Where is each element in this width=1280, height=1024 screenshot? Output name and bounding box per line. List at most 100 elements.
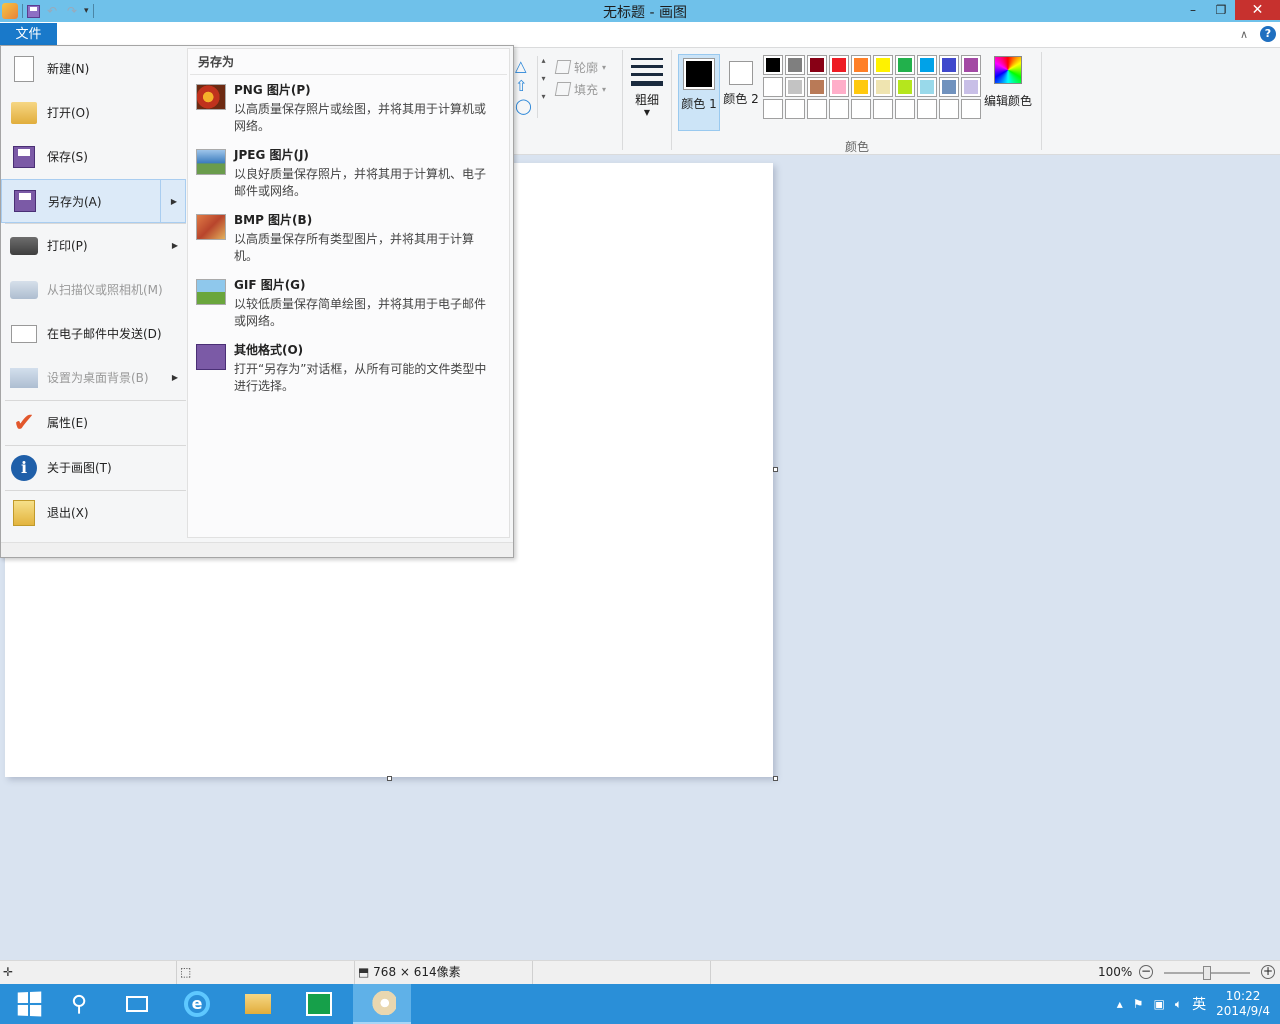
save-as-bmp[interactable]: BMP 图片(B) 以高质量保存所有类型图片，并将其用于计算机。 bbox=[188, 205, 509, 270]
zoom-slider-thumb[interactable] bbox=[1203, 966, 1211, 980]
show-hidden-icons[interactable]: ▴ bbox=[1117, 997, 1123, 1011]
palette-swatch-fill bbox=[920, 58, 934, 72]
store-icon bbox=[306, 992, 332, 1016]
close-button[interactable]: ✕ bbox=[1235, 0, 1280, 20]
save-as-icon bbox=[10, 186, 40, 216]
palette-swatch[interactable] bbox=[807, 77, 827, 97]
palette-swatch[interactable] bbox=[961, 55, 981, 75]
palette-swatch[interactable] bbox=[873, 99, 893, 119]
help-icon[interactable]: ? bbox=[1260, 26, 1276, 42]
window-controls: – ❐ ✕ bbox=[1179, 0, 1280, 20]
arrow-up-shape-icon[interactable]: ⇧ bbox=[515, 76, 555, 96]
outline-button[interactable]: 轮廓 ▾ bbox=[554, 56, 606, 78]
save-as-png[interactable]: PNG 图片(P) 以高质量保存照片或绘图，并将其用于计算机或网络。 bbox=[188, 75, 509, 140]
thickness-lines-icon bbox=[623, 58, 671, 86]
palette-swatch[interactable] bbox=[785, 77, 805, 97]
save-as-panel: 另存为 PNG 图片(P) 以高质量保存照片或绘图，并将其用于计算机或网络。 J… bbox=[187, 48, 510, 538]
shapes-scroll[interactable]: ▴ ▾ ▾ bbox=[537, 56, 549, 118]
palette-swatch[interactable] bbox=[829, 55, 849, 75]
collapse-ribbon-icon[interactable]: ∧ bbox=[1240, 28, 1248, 41]
palette-swatch[interactable] bbox=[851, 55, 871, 75]
thickness-button[interactable]: 粗细 ▼ bbox=[622, 50, 672, 150]
palette-swatch[interactable] bbox=[939, 55, 959, 75]
palette-swatch[interactable] bbox=[873, 77, 893, 97]
palette-swatch[interactable] bbox=[917, 99, 937, 119]
color2-fill bbox=[732, 64, 750, 82]
zoom-out-button[interactable]: − bbox=[1139, 965, 1153, 979]
zoom-in-button[interactable]: + bbox=[1261, 965, 1275, 979]
taskbar-file-explorer[interactable] bbox=[229, 984, 287, 1024]
restore-button[interactable]: ❐ bbox=[1207, 0, 1235, 20]
menu-item-about[interactable]: i 关于画图(T) bbox=[1, 446, 186, 490]
palette-swatch[interactable] bbox=[785, 99, 805, 119]
edit-colors-button[interactable]: 编辑颜色 bbox=[983, 56, 1033, 109]
triangle-shape-icon[interactable]: △ bbox=[515, 56, 555, 76]
menu-item-open[interactable]: 打开(O) bbox=[1, 91, 186, 135]
palette-swatch[interactable] bbox=[807, 99, 827, 119]
file-tab[interactable]: 文件 bbox=[0, 23, 57, 46]
palette-swatch[interactable] bbox=[873, 55, 893, 75]
search-button[interactable]: ⚲ bbox=[50, 984, 108, 1024]
resize-handle-corner[interactable] bbox=[773, 776, 778, 781]
taskbar-internet-explorer[interactable]: e bbox=[168, 984, 226, 1024]
color1-button[interactable]: 颜色 1 bbox=[678, 54, 720, 131]
action-center-flag-icon[interactable]: ⚑ bbox=[1133, 997, 1144, 1011]
menu-item-new[interactable]: 新建(N) bbox=[1, 47, 186, 91]
chevron-right-icon[interactable]: ▶ bbox=[171, 197, 177, 206]
palette-swatch[interactable] bbox=[785, 55, 805, 75]
palette-swatch[interactable] bbox=[895, 77, 915, 97]
color2-button[interactable]: 颜色 2 bbox=[722, 54, 760, 131]
palette-swatch[interactable] bbox=[961, 99, 981, 119]
palette-swatch[interactable] bbox=[763, 99, 783, 119]
palette-swatch[interactable] bbox=[829, 99, 849, 119]
palette-swatch[interactable] bbox=[895, 55, 915, 75]
menu-item-label: 保存(S) bbox=[47, 150, 88, 164]
menu-item-save[interactable]: 保存(S) bbox=[1, 135, 186, 179]
palette-swatch[interactable] bbox=[961, 77, 981, 97]
taskbar-store[interactable] bbox=[290, 984, 348, 1024]
palette-swatch[interactable] bbox=[807, 55, 827, 75]
save-as-other[interactable]: 其他格式(O) 打开“另存为”对话框，从所有可能的文件类型中进行选择。 bbox=[188, 335, 509, 400]
palette-swatch[interactable] bbox=[917, 55, 937, 75]
clock[interactable]: 10:22 2014/9/4 bbox=[1216, 989, 1270, 1019]
fill-button[interactable]: 填充 ▾ bbox=[554, 78, 606, 100]
taskbar-paint[interactable] bbox=[353, 984, 411, 1024]
split-separator bbox=[160, 180, 161, 222]
selection-size-cell: ⬚ bbox=[177, 961, 355, 984]
palette-swatch[interactable] bbox=[851, 99, 871, 119]
file-menu-commands: 新建(N) 打开(O) 保存(S) 另存为(A) ▶ 打印(P) ▶ 从扫描仪或… bbox=[1, 47, 186, 535]
menu-item-label: 在电子邮件中发送(D) bbox=[47, 327, 162, 341]
rainbow-palette-icon bbox=[994, 56, 1022, 84]
palette-swatch[interactable] bbox=[939, 99, 959, 119]
palette-swatch[interactable] bbox=[917, 77, 937, 97]
palette-swatch[interactable] bbox=[829, 77, 849, 97]
menu-item-exit[interactable]: 退出(X) bbox=[1, 491, 186, 535]
palette-swatch[interactable] bbox=[763, 77, 783, 97]
menu-item-properties[interactable]: ✔ 属性(E) bbox=[1, 401, 186, 445]
palette-swatch[interactable] bbox=[763, 55, 783, 75]
resize-handle-bottom[interactable] bbox=[387, 776, 392, 781]
minimize-button[interactable]: – bbox=[1179, 0, 1207, 20]
scanner-icon bbox=[9, 275, 39, 305]
png-image-icon bbox=[196, 84, 226, 110]
save-as-gif[interactable]: GIF 图片(G) 以较低质量保存简单绘图，并将其用于电子邮件或网络。 bbox=[188, 270, 509, 335]
palette-swatch-fill bbox=[810, 80, 824, 94]
volume-icon[interactable]: 🔈︎ bbox=[1175, 997, 1182, 1012]
menu-item-send-email[interactable]: 在电子邮件中发送(D) bbox=[1, 312, 186, 356]
save-as-jpeg[interactable]: JPEG 图片(J) 以良好质量保存照片，并将其用于计算机、电子邮件或网络。 bbox=[188, 140, 509, 205]
menu-item-from-scanner[interactable]: 从扫描仪或照相机(M) bbox=[1, 268, 186, 312]
callout-shape-icon[interactable]: ◯ bbox=[515, 96, 555, 116]
menu-item-set-desktop[interactable]: 设置为桌面背景(B) ▶ bbox=[1, 356, 186, 400]
input-method-indicator[interactable]: 英 bbox=[1192, 994, 1206, 1014]
menu-item-print[interactable]: 打印(P) ▶ bbox=[1, 224, 186, 268]
resize-handle-right[interactable] bbox=[773, 467, 778, 472]
color1-label: 颜色 1 bbox=[681, 97, 717, 111]
menu-item-save-as[interactable]: 另存为(A) ▶ bbox=[1, 179, 186, 223]
palette-swatch[interactable] bbox=[851, 77, 871, 97]
palette-swatch[interactable] bbox=[939, 77, 959, 97]
palette-swatch-fill bbox=[876, 102, 890, 116]
palette-swatch[interactable] bbox=[895, 99, 915, 119]
network-icon[interactable]: ▣ bbox=[1154, 997, 1165, 1011]
task-view-button[interactable] bbox=[108, 984, 166, 1024]
file-menu: 新建(N) 打开(O) 保存(S) 另存为(A) ▶ 打印(P) ▶ 从扫描仪或… bbox=[0, 45, 514, 558]
